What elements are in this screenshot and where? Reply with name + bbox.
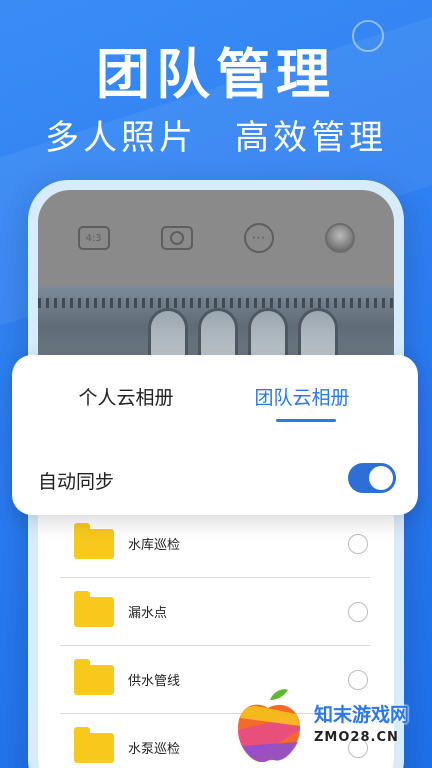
folder-name: 漏水点 bbox=[128, 606, 168, 621]
folder-name: 水库巡检 bbox=[128, 538, 181, 553]
apple-logo-icon bbox=[238, 689, 300, 763]
folder-icon bbox=[74, 658, 114, 695]
camera-toolbar: 4:3 ⋯ bbox=[38, 190, 394, 286]
dam-railing bbox=[38, 298, 394, 308]
active-tab-indicator bbox=[276, 419, 336, 422]
watermark-url: ZMO28.CN bbox=[314, 730, 399, 745]
camera-preview-photo bbox=[38, 286, 394, 366]
auto-sync-label: 自动同步 bbox=[38, 471, 115, 493]
watermark: 知末游戏网 ZMO28.CN bbox=[230, 686, 430, 766]
toggle-knob bbox=[369, 466, 393, 490]
switch-camera-icon[interactable] bbox=[160, 226, 193, 250]
list-item[interactable]: 水库巡检 bbox=[60, 510, 370, 578]
more-options-button[interactable]: ⋯ bbox=[243, 223, 274, 253]
page-title: 团队管理 bbox=[96, 43, 336, 106]
album-settings-card: 个人云相册 团队云相册 自动同步 bbox=[12, 355, 418, 515]
select-radio[interactable] bbox=[348, 601, 368, 622]
folder-icon bbox=[74, 522, 114, 559]
page-subtitle: 多人照片 高效管理 bbox=[45, 118, 387, 158]
folder-icon bbox=[74, 726, 114, 763]
auto-sync-toggle[interactable] bbox=[348, 463, 396, 493]
folder-icon bbox=[74, 590, 114, 627]
tab-personal-album[interactable]: 个人云相册 bbox=[36, 383, 216, 410]
list-item[interactable]: 漏水点 bbox=[60, 578, 370, 646]
gallery-thumbnail[interactable] bbox=[324, 223, 355, 253]
watermark-site-name: 知末游戏网 bbox=[314, 704, 410, 726]
select-radio[interactable] bbox=[348, 533, 368, 554]
aspect-ratio-button[interactable]: 4:3 bbox=[77, 226, 110, 250]
tab-team-album[interactable]: 团队云相册 bbox=[212, 383, 392, 410]
